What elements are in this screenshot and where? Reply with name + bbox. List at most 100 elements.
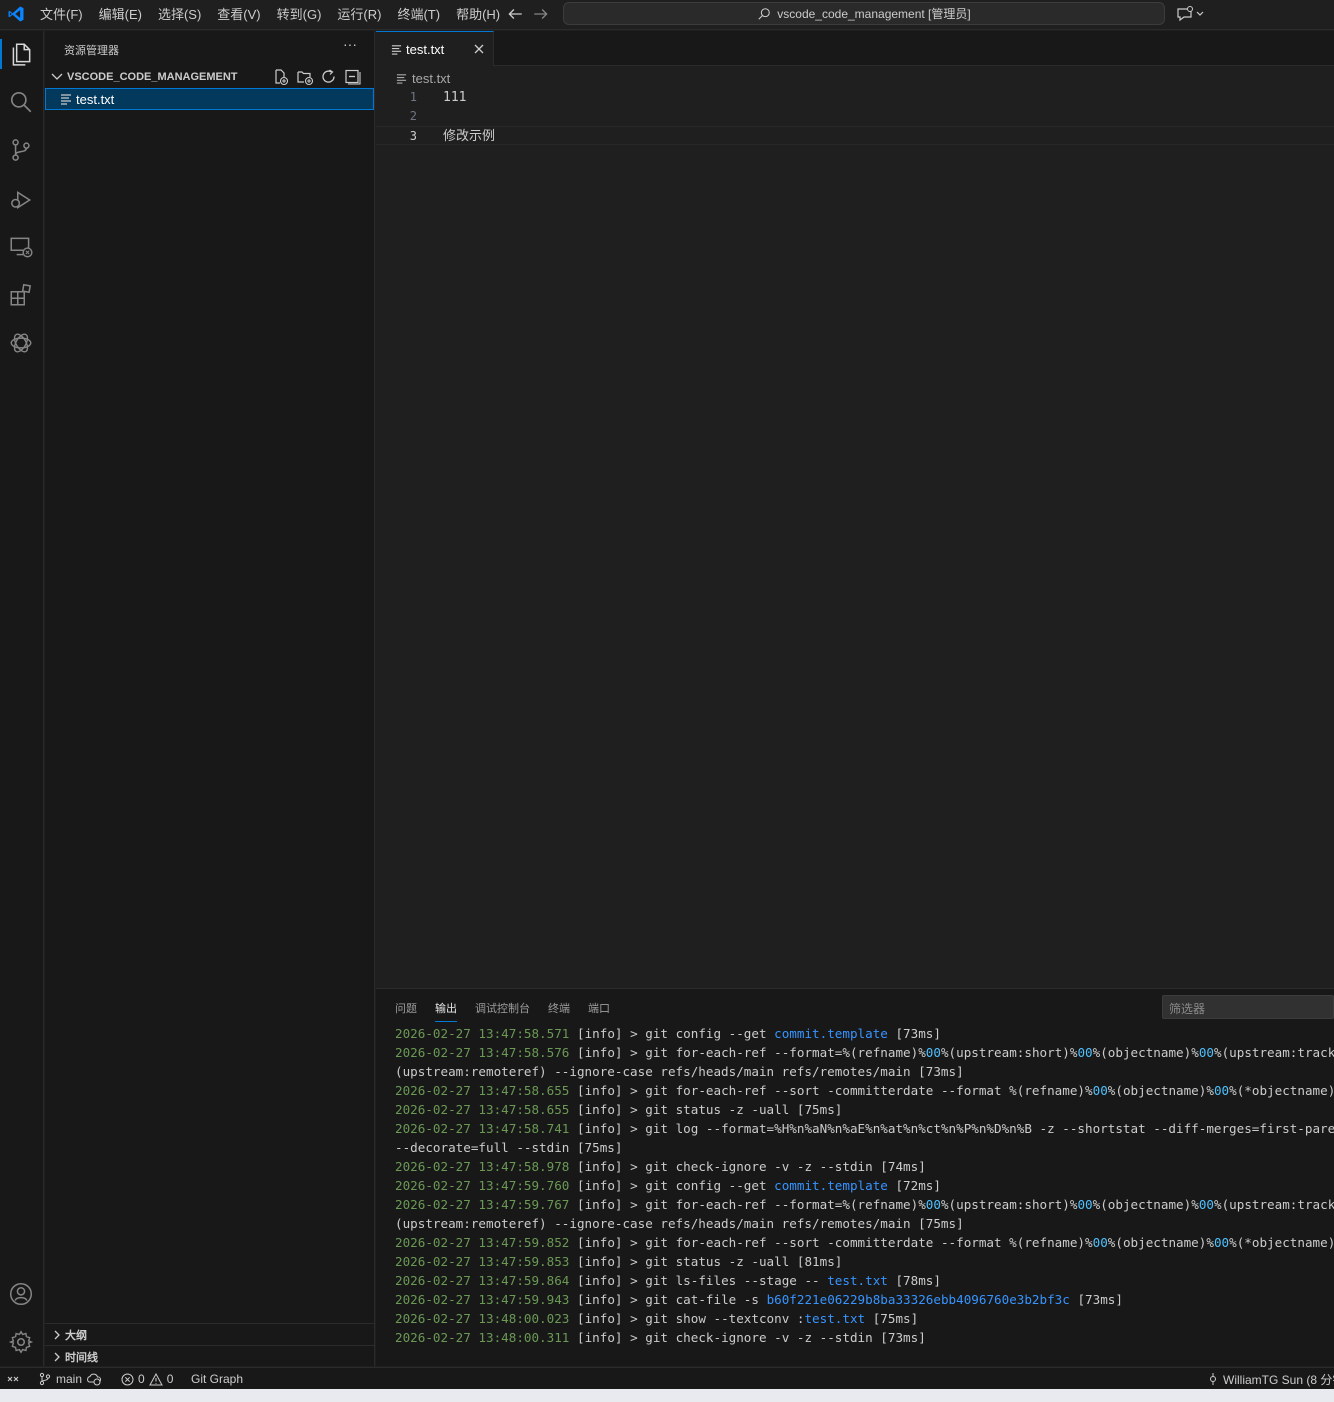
text-file-icon (391, 44, 402, 55)
output-line: --decorate=full --stdin [75ms] (395, 1138, 1334, 1157)
error-count: 0 (138, 1372, 145, 1386)
log-level: [info] (576, 1292, 623, 1307)
problems-indicator[interactable]: 0 0 (121, 1368, 173, 1390)
menu-selection[interactable]: 选择(S) (150, 0, 209, 30)
tab-problems[interactable]: 问题 (386, 997, 426, 1020)
line-number: 1 (409, 90, 417, 104)
sidebar-title: 资源管理器 (64, 45, 119, 57)
chatgpt-icon[interactable] (8, 330, 34, 356)
tab-terminal[interactable]: 终端 (539, 997, 579, 1020)
search-icon[interactable] (8, 89, 34, 115)
menu-go[interactable]: 转到(G) (269, 0, 330, 30)
editor-tabs: test.txt (376, 31, 1334, 66)
menu-edit[interactable]: 编辑(E) (91, 0, 150, 30)
extensions-icon[interactable] (8, 282, 34, 308)
account-icon[interactable] (8, 1281, 34, 1307)
log-timestamp: 2026-02-27 13:47:59.852 (395, 1235, 570, 1250)
remote-indicator[interactable] (0, 1368, 26, 1390)
log-command: > git ls-files --stage -- (630, 1273, 828, 1288)
explorer-icon[interactable] (8, 41, 34, 67)
menu-help[interactable]: 帮助(H) (448, 0, 508, 30)
log-level: [info] (576, 1102, 623, 1117)
code-editor[interactable]: 1 111 2 3 修改示例 (376, 88, 1334, 145)
log-level: [info] (576, 1311, 623, 1326)
remote-icon (7, 1376, 19, 1382)
text-file-icon (61, 94, 71, 105)
output-line: 2026-02-27 13:47:59.852 [info] > git for… (395, 1233, 1334, 1252)
remote-explorer-icon[interactable] (8, 234, 34, 260)
log-level: [info] (576, 1330, 623, 1345)
log-suffix: [73ms] (887, 1026, 941, 1041)
menu-file[interactable]: 文件(F) (32, 0, 91, 30)
git-branch-icon (39, 1372, 51, 1386)
vscode-logo-icon (8, 6, 24, 22)
output-line: 2026-02-27 13:48:00.311 [info] > git che… (395, 1328, 1334, 1347)
line-number: 2 (409, 109, 417, 123)
output-filter-input[interactable]: 筛选器 (1162, 995, 1334, 1019)
log-command: > git for-each-ref --format=%(refname)%0… (630, 1197, 1334, 1212)
title-bar: 文件(F) 编辑(E) 选择(S) 查看(V) 转到(G) 运行(R) 终端(T… (0, 0, 1334, 30)
log-highlight: test.txt (827, 1273, 888, 1288)
log-highlight: commit.template (774, 1178, 888, 1193)
tab-label: test.txt (406, 41, 445, 57)
tab-test-txt[interactable]: test.txt (376, 31, 494, 66)
file-item-test-txt[interactable]: test.txt (45, 88, 374, 110)
settings-gear-icon[interactable] (8, 1329, 34, 1355)
log-timestamp: 2026-02-27 13:47:59.767 (395, 1197, 570, 1212)
command-center-label: vscode_code_management [管理员] (777, 7, 971, 21)
forward-arrow-icon[interactable] (532, 5, 550, 23)
tab-output[interactable]: 输出 (426, 997, 466, 1022)
sync-cloud-icon[interactable] (86, 1372, 102, 1386)
back-arrow-icon[interactable] (506, 5, 524, 23)
log-highlight: b60f221e06229b8ba33326ebb4096760e3b2bf3c (766, 1292, 1070, 1307)
log-command: > git for-each-ref --sort -committerdate… (630, 1083, 1334, 1098)
log-command: > git config --get (630, 1026, 775, 1041)
code-line: 2 (376, 107, 1334, 126)
output-line: 2026-02-27 13:48:00.023 [info] > git sho… (395, 1309, 1334, 1328)
folder-actions (271, 68, 363, 86)
timeline-section[interactable]: 时间线 (45, 1345, 375, 1367)
branch-indicator[interactable]: main (38, 1368, 102, 1390)
git-blame-indicator[interactable]: WilliamTG Sun (8 分钟前) (1207, 1368, 1334, 1390)
chevron-down-icon (51, 73, 63, 80)
activity-bar (0, 31, 44, 1366)
menu-run[interactable]: 运行(R) (329, 0, 389, 30)
breadcrumb[interactable]: test.txt (396, 68, 450, 88)
collapse-all-icon[interactable] (343, 68, 363, 86)
line-content: 修改示例 (443, 129, 496, 144)
log-level: [info] (576, 1254, 623, 1269)
output-line: 2026-02-27 13:47:59.767 [info] > git for… (395, 1195, 1334, 1214)
command-center[interactable]: vscode_code_management [管理员] (563, 2, 1165, 25)
log-suffix: [78ms] (887, 1273, 941, 1288)
more-actions-icon[interactable]: ··· (343, 37, 359, 54)
close-icon[interactable] (472, 42, 486, 56)
output-line: (upstream:remoteref) --ignore-case refs/… (395, 1062, 1334, 1081)
copilot-chat-icon[interactable] (1174, 4, 1208, 24)
new-file-icon[interactable] (271, 68, 291, 86)
source-control-icon[interactable] (8, 137, 34, 163)
refresh-icon[interactable] (319, 68, 339, 86)
line-content: 111 (443, 90, 467, 105)
log-command: > git status -z -uall [75ms] (630, 1102, 843, 1117)
log-timestamp: 2026-02-27 13:47:58.655 (395, 1102, 570, 1117)
log-level: [info] (576, 1045, 623, 1060)
search-icon (758, 7, 771, 20)
git-graph-button[interactable]: Git Graph (191, 1368, 243, 1390)
tab-debug-console[interactable]: 调试控制台 (466, 997, 539, 1020)
log-command: > git check-ignore -v -z --stdin [73ms] (630, 1330, 926, 1345)
outline-section[interactable]: 大纲 (45, 1323, 375, 1345)
log-level: [info] (576, 1026, 623, 1041)
log-command: > git config --get (630, 1178, 775, 1193)
log-level: [info] (576, 1159, 623, 1174)
output-line: 2026-02-27 13:47:58.655 [info] > git sta… (395, 1100, 1334, 1119)
new-folder-icon[interactable] (295, 68, 315, 86)
output-line: 2026-02-27 13:47:58.576 [info] > git for… (395, 1043, 1334, 1062)
run-debug-icon[interactable] (8, 187, 34, 213)
menu-view[interactable]: 查看(V) (209, 0, 268, 30)
tab-ports[interactable]: 端口 (579, 997, 619, 1020)
warning-icon (148, 1372, 163, 1385)
folder-header[interactable]: VSCODE_CODE_MANAGEMENT (45, 67, 375, 87)
log-command: > git for-each-ref --format=%(refname)%0… (630, 1045, 1334, 1060)
menu-terminal[interactable]: 终端(T) (389, 0, 448, 30)
output-line: 2026-02-27 13:47:59.760 [info] > git con… (395, 1176, 1334, 1195)
